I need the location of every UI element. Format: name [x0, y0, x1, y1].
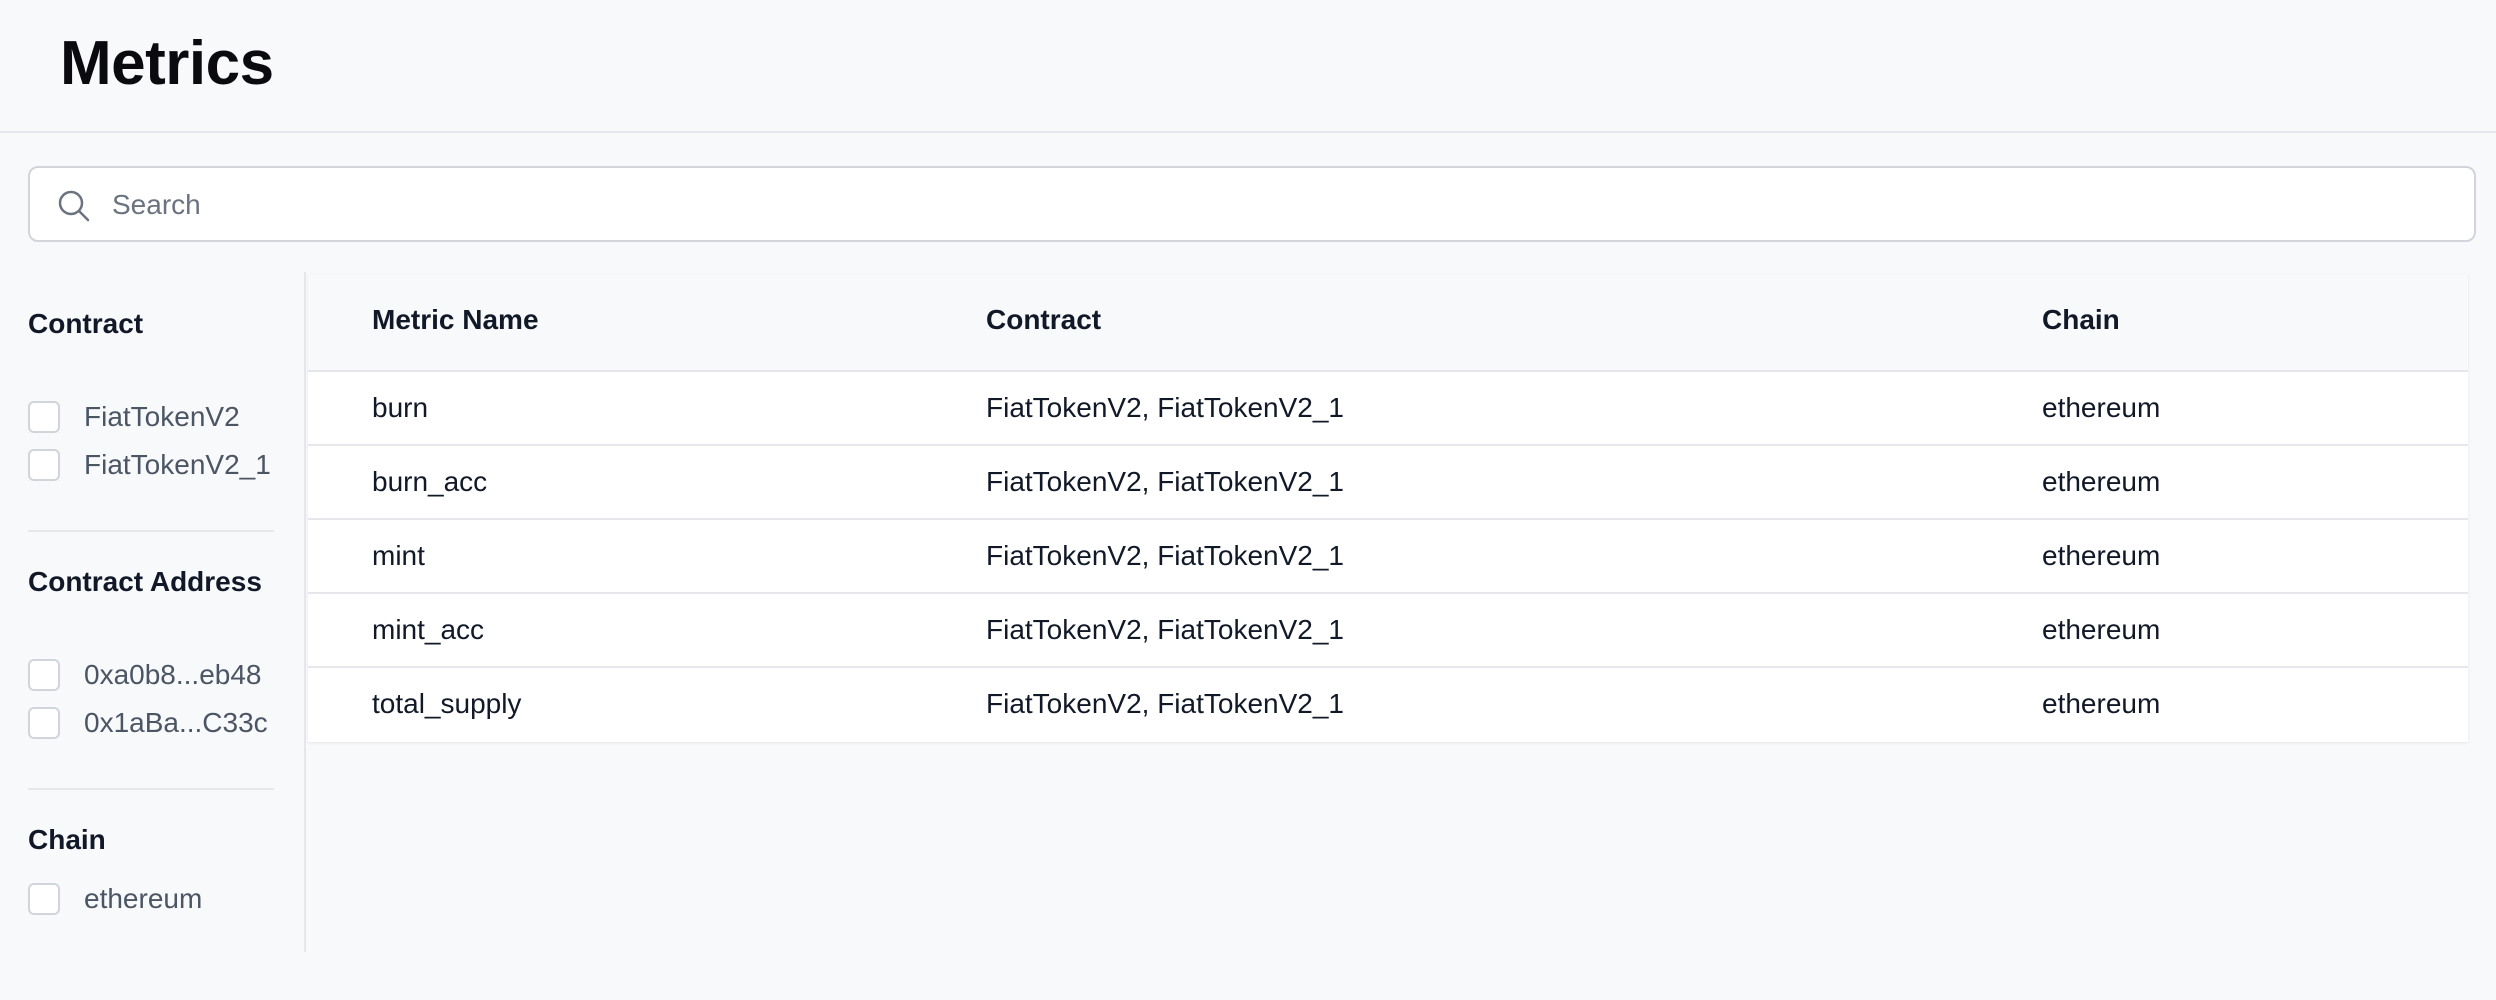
metrics-table: Metric Name Contract Chain burn FiatToke…	[308, 274, 2468, 742]
cell-chain: ethereum	[2042, 392, 2161, 423]
cell-chain: ethereum	[2042, 688, 2161, 719]
search-input[interactable]	[110, 178, 2450, 232]
checkbox[interactable]	[28, 449, 60, 481]
cell-metric-name: mint_acc	[372, 614, 485, 645]
filter-title: Contract	[28, 308, 144, 339]
column-header-chain[interactable]: Chain	[2042, 304, 2120, 336]
table-row[interactable]: total_supply FiatTokenV2, FiatTokenV2_1 …	[308, 668, 2468, 742]
column-header-contract[interactable]: Contract	[986, 304, 1101, 336]
cell-metric-name: burn_acc	[372, 466, 488, 497]
filter-title: Chain	[28, 824, 106, 855]
table-row[interactable]: mint_acc FiatTokenV2, FiatTokenV2_1 ethe…	[308, 594, 2468, 668]
cell-contract: FiatTokenV2, FiatTokenV2_1	[986, 466, 1344, 497]
filter-option-label: ethereum	[84, 883, 203, 914]
cell-contract: FiatTokenV2, FiatTokenV2_1	[986, 392, 1344, 423]
cell-chain: ethereum	[2042, 540, 2161, 571]
cell-contract: FiatTokenV2, FiatTokenV2_1	[986, 540, 1344, 571]
table-row[interactable]: burn FiatTokenV2, FiatTokenV2_1 ethereum	[308, 372, 2468, 446]
cell-metric-name: mint	[372, 540, 425, 571]
cell-contract: FiatTokenV2, FiatTokenV2_1	[986, 688, 1344, 719]
search-bar[interactable]	[28, 166, 2476, 242]
page-title: Metrics	[60, 29, 274, 98]
filter-option-fiattokenv2[interactable]: FiatTokenV2	[28, 400, 288, 434]
filter-option-label: 0xa0b8...eb48	[84, 659, 262, 690]
table-row[interactable]: mint FiatTokenV2, FiatTokenV2_1 ethereum	[308, 520, 2468, 594]
filter-title: Contract Address	[28, 566, 262, 597]
cell-chain: ethereum	[2042, 466, 2161, 497]
filter-option-address-2[interactable]: 0x1aBa...C33c	[28, 706, 288, 740]
cell-metric-name: burn	[372, 392, 429, 423]
filter-option-fiattokenv2-1[interactable]: FiatTokenV2_1	[28, 448, 288, 482]
cell-contract: FiatTokenV2, FiatTokenV2_1	[986, 614, 1344, 645]
divider	[28, 530, 274, 532]
page-header: Metrics	[0, 0, 2496, 133]
cell-chain: ethereum	[2042, 614, 2161, 645]
checkbox[interactable]	[28, 659, 60, 691]
checkbox[interactable]	[28, 883, 60, 915]
filter-option-label: 0x1aBa...C33c	[84, 707, 268, 738]
filter-option-ethereum[interactable]: ethereum	[28, 882, 288, 916]
table-header: Metric Name Contract Chain	[308, 274, 2468, 372]
filter-option-address-1[interactable]: 0xa0b8...eb48	[28, 658, 288, 692]
search-icon	[56, 188, 92, 224]
table-row[interactable]: burn_acc FiatTokenV2, FiatTokenV2_1 ethe…	[308, 446, 2468, 520]
checkbox[interactable]	[28, 401, 60, 433]
filter-option-label: FiatTokenV2	[84, 401, 240, 432]
filter-option-label: FiatTokenV2_1	[84, 449, 271, 480]
column-header-metric-name[interactable]: Metric Name	[372, 304, 539, 336]
divider	[28, 788, 274, 790]
cell-metric-name: total_supply	[372, 688, 522, 719]
checkbox[interactable]	[28, 707, 60, 739]
filter-sidebar: Contract FiatTokenV2 FiatTokenV2_1 Contr…	[0, 272, 306, 952]
